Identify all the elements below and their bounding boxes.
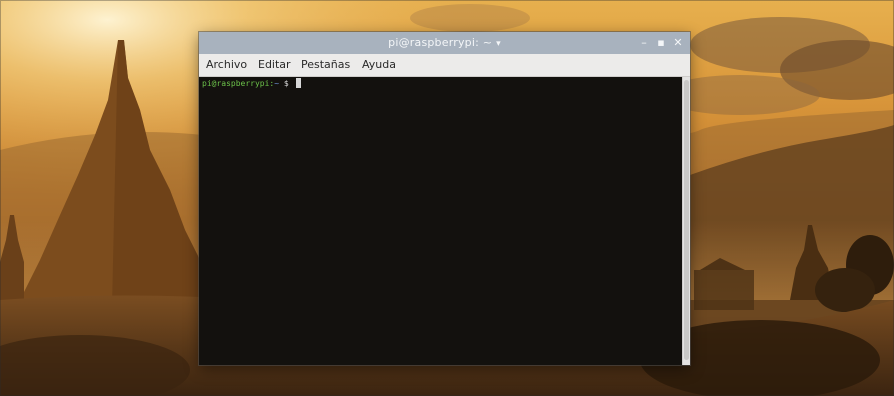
prompt-user: pi@raspberrypi: bbox=[202, 79, 275, 88]
menu-bar: Archivo Editar Pestañas Ayuda bbox=[199, 54, 690, 77]
window-title-text: pi@raspberrypi: ~ bbox=[388, 36, 493, 49]
maximize-button[interactable]: ▪ bbox=[654, 36, 668, 50]
close-button[interactable]: ✕ bbox=[671, 36, 685, 50]
close-icon: ✕ bbox=[673, 36, 683, 49]
terminal-scrollbar[interactable] bbox=[682, 77, 690, 365]
minimize-icon: – bbox=[641, 36, 647, 49]
prompt-line: pi@raspberrypi:~ $ bbox=[202, 78, 301, 90]
menu-ayuda[interactable]: Ayuda bbox=[361, 54, 397, 76]
scrollbar-thumb[interactable] bbox=[684, 80, 689, 360]
menu-archivo[interactable]: Archivo bbox=[205, 54, 248, 76]
menu-editar[interactable]: Editar bbox=[257, 54, 292, 76]
minimize-button[interactable]: – bbox=[637, 36, 651, 50]
window-title: pi@raspberrypi: ~ ▾ bbox=[199, 32, 690, 55]
maximize-icon: ▪ bbox=[657, 36, 665, 49]
title-dropdown-icon[interactable]: ▾ bbox=[496, 39, 501, 49]
terminal-window[interactable]: pi@raspberrypi: ~ ▾ – ▪ ✕ Archivo Editar … bbox=[199, 32, 690, 365]
menu-pestanas[interactable]: Pestañas bbox=[300, 54, 351, 76]
prompt-symbol: $ bbox=[283, 79, 289, 88]
text-cursor bbox=[295, 78, 301, 88]
window-titlebar[interactable]: pi@raspberrypi: ~ ▾ – ▪ ✕ bbox=[199, 32, 690, 54]
prompt-path: ~ bbox=[274, 79, 280, 88]
terminal-output[interactable]: pi@raspberrypi:~ $ bbox=[199, 77, 682, 365]
